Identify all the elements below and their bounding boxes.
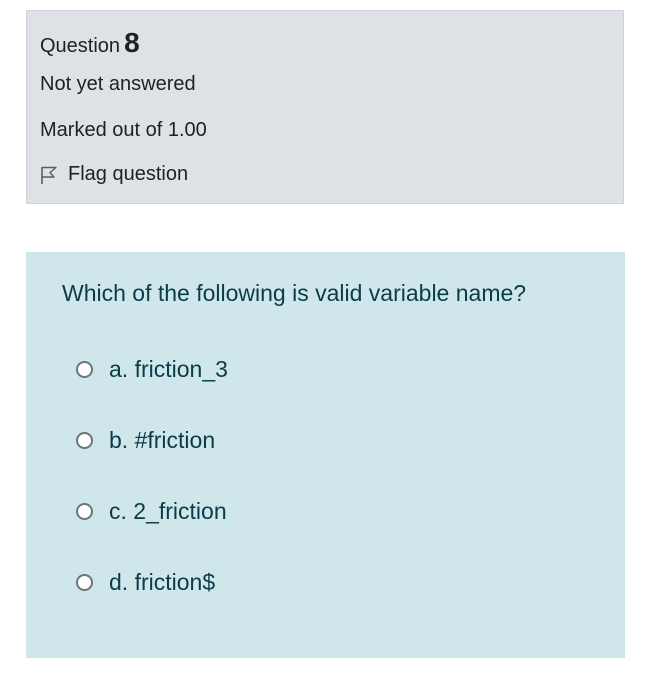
answer-radio-a[interactable]: [76, 361, 93, 378]
answer-option-b[interactable]: b. #friction: [76, 427, 215, 454]
question-label: Question: [40, 35, 121, 57]
answer-radio-c[interactable]: [76, 503, 93, 520]
answer-label-d: d. friction$: [109, 569, 216, 595]
answer-radio-d[interactable]: [76, 574, 93, 591]
question-content-panel: Which of the following is valid variable…: [26, 252, 625, 658]
flag-question-label: Flag question: [68, 163, 189, 185]
question-info-panel: Question 8 Not yet answered Marked out of…: [26, 10, 624, 204]
question-state: Not yet answered: [40, 73, 196, 95]
answer-label-c: c. 2_friction: [109, 498, 227, 524]
answer-radio-b[interactable]: [76, 432, 93, 449]
question-grade: Marked out of 1.00: [40, 119, 207, 141]
flag-question-button[interactable]: Flag question: [40, 163, 188, 186]
answer-option-d[interactable]: d. friction$: [76, 569, 215, 596]
answer-option-a[interactable]: a. friction_3: [76, 356, 228, 383]
answer-label-a: a. friction_3: [109, 356, 228, 382]
flag-icon: [40, 165, 58, 185]
question-heading: Question 8: [40, 27, 140, 59]
question-number: 8: [124, 27, 140, 58]
question-text: Which of the following is valid variable…: [62, 280, 527, 306]
answer-option-c[interactable]: c. 2_friction: [76, 498, 227, 525]
answer-label-b: b. #friction: [109, 427, 216, 453]
